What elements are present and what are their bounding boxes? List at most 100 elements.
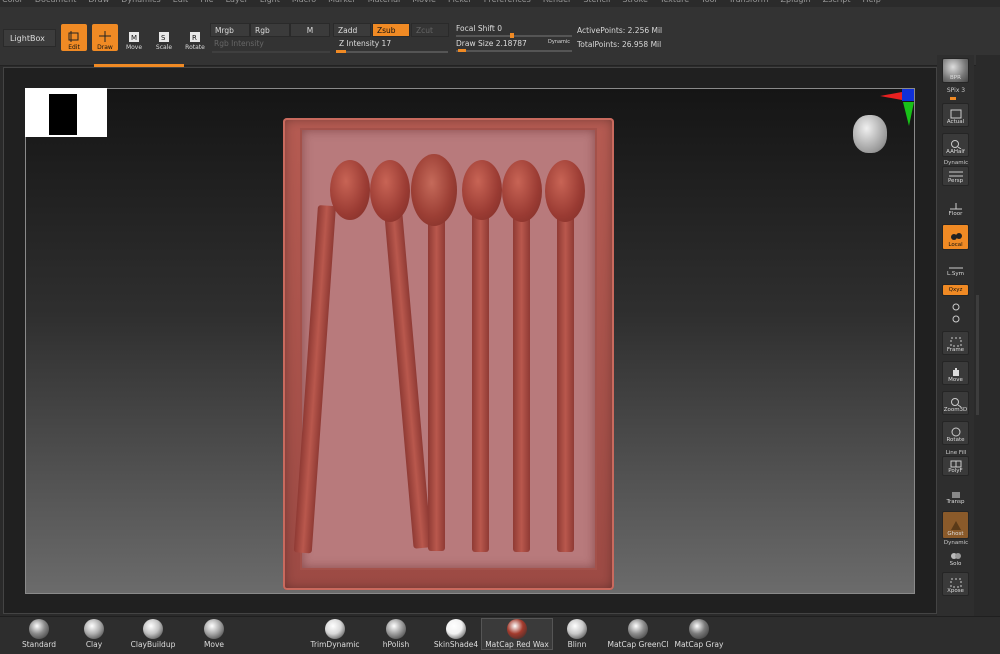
xyz-label: Qxyz <box>948 286 963 293</box>
aahalf-button[interactable]: AAHalf <box>942 133 969 157</box>
menu-item-stroke[interactable]: Stroke <box>622 0 648 4</box>
rgb-intensity-slider[interactable] <box>212 51 330 53</box>
move-label: Move <box>125 44 143 51</box>
menu-item-edit[interactable]: Edit <box>173 0 189 4</box>
lsym-button[interactable]: L.Sym <box>942 258 969 278</box>
lightbox-button[interactable]: LightBox <box>3 29 56 47</box>
head-orientation-icon[interactable] <box>853 115 887 153</box>
material-sphere-icon <box>628 619 648 639</box>
matchhead-4 <box>462 160 502 220</box>
menu-item-render[interactable]: Render <box>543 0 571 4</box>
menu-item-help[interactable]: Help <box>863 0 881 4</box>
persp-button[interactable]: Persp <box>942 166 969 186</box>
rotate-view-button[interactable]: Rotate <box>942 421 969 445</box>
spix-label[interactable]: SPix 3 <box>940 87 972 94</box>
draw-size-label[interactable]: Draw Size 2.18787 <box>456 39 527 48</box>
solo-button[interactable]: Solo <box>942 546 969 568</box>
zoom3d-button[interactable]: Zoom3D <box>942 391 969 415</box>
menu-item-zscript[interactable]: Zscript <box>823 0 851 4</box>
rgb-button[interactable]: Rgb <box>250 23 290 37</box>
scale-label: Scale <box>155 44 173 51</box>
focal-shift-handle[interactable] <box>510 33 514 38</box>
solo-label: Solo <box>949 561 962 567</box>
scroll-thumb[interactable] <box>976 295 979 415</box>
xyz-button[interactable]: Qxyz <box>942 284 969 296</box>
material-label: Blinn <box>567 640 587 649</box>
local-button[interactable]: Local <box>942 224 969 250</box>
menu-items: Color Document Draw Dynamics Edit File Layer Li… <box>0 0 881 4</box>
focal-shift-label[interactable]: Focal Shift 0 <box>456 24 502 33</box>
z-intensity-label[interactable]: Z Intensity 17 <box>339 39 391 48</box>
menu-item-light[interactable]: Light <box>260 0 280 4</box>
material-sphere-icon <box>143 619 163 639</box>
xpose-button[interactable]: Xpose <box>942 572 969 596</box>
menu-item-file[interactable]: File <box>200 0 213 4</box>
ghost-button[interactable]: Ghost <box>942 511 969 539</box>
spix-slider[interactable] <box>950 97 956 100</box>
menu-item-macro[interactable]: Macro <box>292 0 316 4</box>
rotate-label: Rotate <box>185 44 205 51</box>
zcut-button[interactable]: Zcut <box>411 23 449 37</box>
actual-label: Actual <box>946 119 965 125</box>
menu-item-dynamics[interactable]: Dynamics <box>121 0 160 4</box>
transp-icon <box>951 492 960 498</box>
material-label: SkinShade4 <box>433 640 479 649</box>
actual-button[interactable]: Actual <box>942 103 969 127</box>
edit-button[interactable]: Edit <box>61 24 87 51</box>
floor-label: Floor <box>948 211 963 217</box>
zsub-button[interactable]: Zsub <box>372 23 410 37</box>
m-button[interactable]: M <box>290 23 330 37</box>
lsym-label: L.Sym <box>947 271 964 277</box>
menu-item-document[interactable]: Document <box>35 0 76 4</box>
menu-item-color[interactable]: Color <box>2 0 23 4</box>
right-shelf-scrollbar[interactable] <box>976 55 1000 625</box>
zoom3d-label: Zoom3D <box>943 407 968 413</box>
menu-item-tool[interactable]: Tool <box>701 0 717 4</box>
rgb-intensity-label[interactable]: Rgb Intensity <box>214 39 264 48</box>
move-view-button[interactable]: Move <box>942 361 969 385</box>
menu-item-movie[interactable]: Movie <box>412 0 436 4</box>
persp-label: Persp <box>947 178 964 184</box>
menu-item-draw[interactable]: Draw <box>88 0 109 4</box>
material-sphere-icon <box>204 619 224 639</box>
menu-item-marker[interactable]: Marker <box>328 0 356 4</box>
polyf-button[interactable]: PolyF <box>942 456 969 476</box>
frame-label: Frame <box>946 347 965 353</box>
menu-item-stencil[interactable]: Stencil <box>583 0 610 4</box>
rotate-button[interactable]: R Rotate <box>182 24 208 51</box>
zadd-button[interactable]: Zadd <box>333 23 371 37</box>
menu-item-transform[interactable]: Transform <box>729 0 769 4</box>
navigator-thumbnail[interactable] <box>25 88 107 137</box>
material-label: Clay <box>85 640 103 649</box>
matchhead-2 <box>370 160 410 222</box>
frame-button[interactable]: Frame <box>942 331 969 355</box>
material-sphere-icon <box>689 619 709 639</box>
bpr-button[interactable]: BPR <box>942 58 969 83</box>
menu-item-zplugin[interactable]: Zplugin <box>781 0 811 4</box>
menu-bar: Color Document Draw Dynamics Edit File Layer Li… <box>0 0 1000 7</box>
menu-item-layer[interactable]: Layer <box>226 0 248 4</box>
draw-size-slider[interactable] <box>456 50 572 52</box>
material-move[interactable]: Move <box>178 619 250 649</box>
floor-button[interactable]: Floor <box>942 196 969 218</box>
focal-shift-slider[interactable] <box>456 35 572 37</box>
menu-item-texture[interactable]: Texture <box>660 0 689 4</box>
material-matcap-gray[interactable]: MatCap Gray <box>663 619 735 649</box>
menu-item-material[interactable]: Material <box>368 0 401 4</box>
frame-icon <box>950 337 961 347</box>
matchstick-4 <box>472 210 489 552</box>
menu-item-preferences[interactable]: Preferences <box>484 0 531 4</box>
local-icon <box>950 233 962 240</box>
local-label: Local <box>948 242 963 248</box>
scale-button[interactable]: S Scale <box>152 24 176 51</box>
z-intensity-fill <box>336 50 346 53</box>
draw-button[interactable]: Draw <box>92 24 118 51</box>
dynamic-toggle[interactable]: Dynamic <box>548 39 570 45</box>
menu-item-picker[interactable]: Picker <box>448 0 472 4</box>
transp-button[interactable]: Transp <box>942 484 969 506</box>
matchstick-3 <box>428 215 445 551</box>
z-intensity-slider[interactable] <box>336 51 448 53</box>
move-button[interactable]: M Move <box>122 24 146 51</box>
symmetry-icons[interactable] <box>942 298 969 326</box>
mrgb-button[interactable]: Mrgb <box>210 23 250 37</box>
